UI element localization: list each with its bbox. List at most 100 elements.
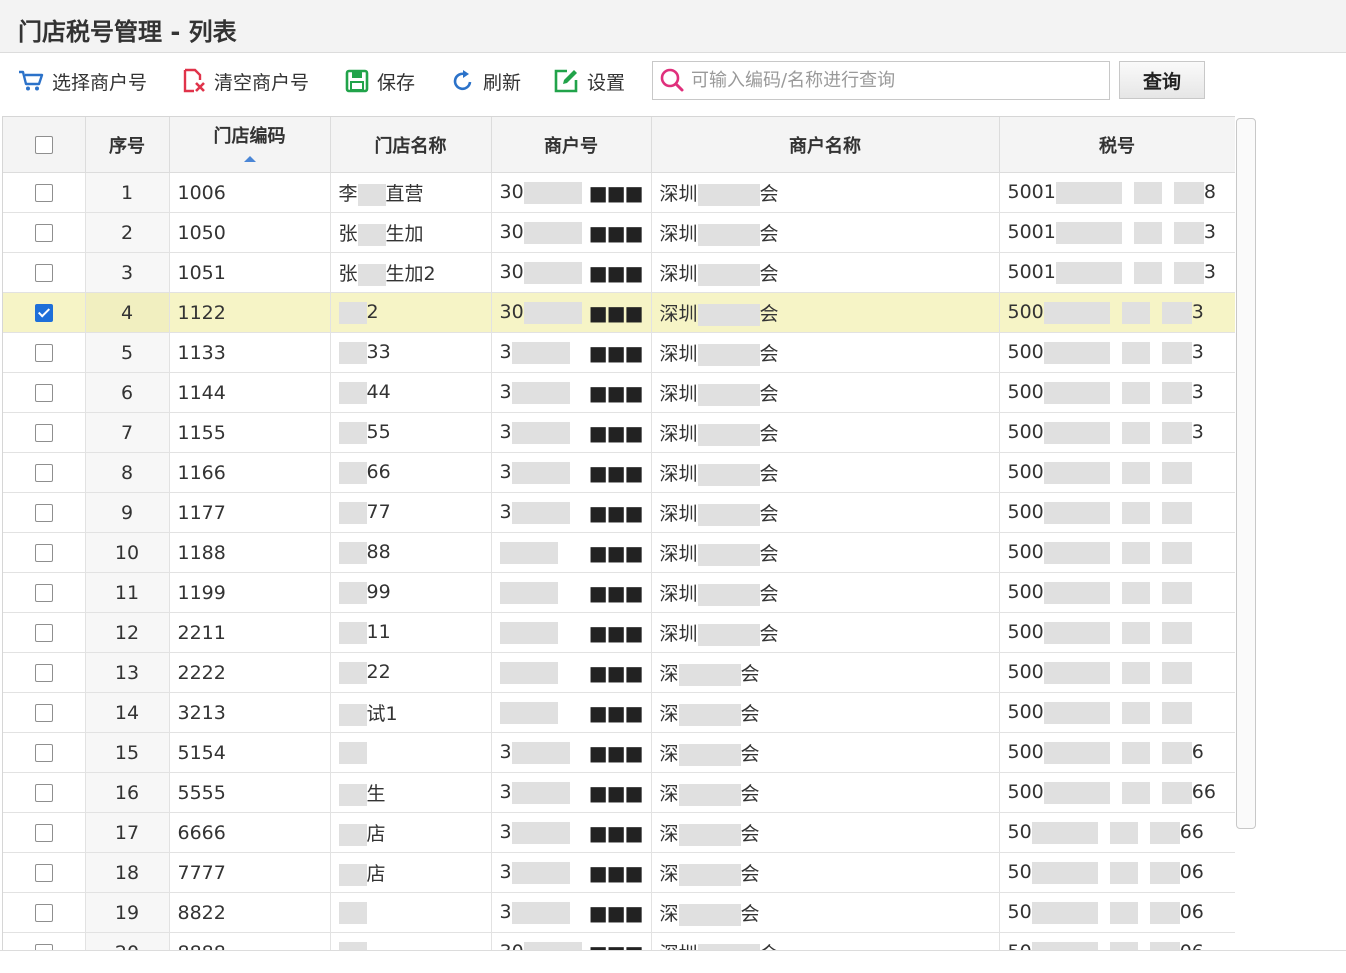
row-checkbox[interactable] <box>34 224 53 242</box>
merchant-no-cell[interactable]: 30 ■■■ <box>491 292 652 333</box>
table-row[interactable]: 7 1155 55 3 ■■■ 深圳 会 500 3 <box>3 412 1235 453</box>
store-name-cell[interactable]: 张 生加2 <box>330 252 492 293</box>
row-checkbox[interactable] <box>34 824 53 842</box>
merchant-no-cell[interactable]: 3 ■■■ <box>491 372 652 413</box>
tax-no-cell[interactable]: 500 <box>999 492 1235 533</box>
row-select-cell[interactable] <box>3 852 86 893</box>
table-row[interactable]: 10 1188 88 ■■■ 深圳 会 500 <box>3 532 1235 573</box>
merchant-no-cell[interactable]: 30 ■■■ <box>491 212 652 253</box>
store-name-cell[interactable]: 11 <box>330 612 492 653</box>
more-options-icon[interactable]: ■■■ <box>589 541 644 565</box>
table-row[interactable]: 12 2211 11 ■■■ 深圳 会 500 <box>3 612 1235 653</box>
store-code-cell[interactable]: 1006 <box>169 172 331 213</box>
tax-no-cell[interactable]: 500 <box>999 532 1235 573</box>
row-select-cell[interactable] <box>3 292 86 333</box>
store-name-cell[interactable]: 99 <box>330 572 492 613</box>
more-options-icon[interactable]: ■■■ <box>589 221 644 245</box>
store-code-cell[interactable]: 1155 <box>169 412 331 453</box>
row-checkbox[interactable] <box>34 544 53 562</box>
row-select-cell[interactable] <box>3 412 86 453</box>
store-code-cell[interactable]: 8888 <box>169 932 331 951</box>
tax-no-cell[interactable]: 500 <box>999 572 1235 613</box>
store-code-cell[interactable]: 5154 <box>169 732 331 773</box>
header-tax-no[interactable]: 税号 <box>999 117 1235 173</box>
store-name-cell[interactable]: 66 <box>330 452 492 493</box>
store-code-cell[interactable]: 1050 <box>169 212 331 253</box>
store-code-cell[interactable]: 8822 <box>169 892 331 933</box>
tax-no-cell[interactable]: 500 <box>999 652 1235 693</box>
search-input[interactable] <box>689 64 1103 97</box>
table-row[interactable]: 15 5154 3 ■■■ 深会 500 6 <box>3 732 1235 773</box>
row-checkbox[interactable] <box>34 344 53 362</box>
row-select-cell[interactable] <box>3 492 86 533</box>
store-code-cell[interactable]: 2222 <box>169 652 331 693</box>
store-name-cell[interactable]: 44 <box>330 372 492 413</box>
merchant-no-cell[interactable]: ■■■ <box>491 572 652 613</box>
table-row[interactable]: 16 5555 生 3 ■■■ 深会 500 66 <box>3 772 1235 813</box>
store-code-cell[interactable]: 3213 <box>169 692 331 733</box>
tax-no-cell[interactable]: 500 <box>999 692 1235 733</box>
row-select-cell[interactable] <box>3 532 86 573</box>
save-button[interactable]: 保存 <box>345 67 415 95</box>
row-checkbox[interactable] <box>34 424 53 442</box>
table-row[interactable]: 11 1199 99 ■■■ 深圳 会 500 <box>3 572 1235 613</box>
table-row[interactable]: 6 1144 44 3 ■■■ 深圳 会 500 3 <box>3 372 1235 413</box>
row-select-cell[interactable] <box>3 212 86 253</box>
row-checkbox[interactable] <box>34 664 53 682</box>
row-select-cell[interactable] <box>3 732 86 773</box>
clear-merchant-button[interactable]: 清空商户号 <box>182 67 309 95</box>
row-select-cell[interactable] <box>3 572 86 613</box>
table-row[interactable]: 1 1006 李 直营 30 ■■■ 深圳 会 5001 8 <box>3 172 1235 213</box>
more-options-icon[interactable]: ■■■ <box>589 861 644 885</box>
row-checkbox[interactable] <box>34 904 53 922</box>
tax-no-cell[interactable]: 50 66 <box>999 812 1235 853</box>
row-checkbox[interactable] <box>34 704 53 722</box>
table-row[interactable]: 9 1177 77 3 ■■■ 深圳 会 500 <box>3 492 1235 533</box>
store-name-cell[interactable] <box>330 932 492 951</box>
select-merchant-button[interactable]: 选择商户号 <box>18 67 147 95</box>
row-select-cell[interactable] <box>3 692 86 733</box>
row-checkbox[interactable] <box>34 784 53 802</box>
row-select-cell[interactable] <box>3 772 86 813</box>
header-merchant-name[interactable]: 商户名称 <box>651 117 1000 173</box>
tax-no-cell[interactable]: 5006 <box>999 892 1235 933</box>
store-name-cell[interactable]: 李 直营 <box>330 172 492 213</box>
store-name-cell[interactable]: 试1 <box>330 692 492 733</box>
row-checkbox[interactable] <box>34 184 53 202</box>
merchant-no-cell[interactable]: ■■■ <box>491 612 652 653</box>
table-row[interactable]: 2 1050 张 生加 30 ■■■ 深圳 会 5001 3 <box>3 212 1235 253</box>
store-name-cell[interactable]: 张 生加 <box>330 212 492 253</box>
store-code-cell[interactable]: 1166 <box>169 452 331 493</box>
merchant-no-cell[interactable]: 3 ■■■ <box>491 812 652 853</box>
tax-no-cell[interactable]: 500 3 <box>999 332 1235 373</box>
merchant-no-cell[interactable]: 30 ■■■ <box>491 252 652 293</box>
merchant-no-cell[interactable]: 3 ■■■ <box>491 772 652 813</box>
store-code-cell[interactable]: 5555 <box>169 772 331 813</box>
merchant-no-cell[interactable]: 30 ■■■ <box>491 172 652 213</box>
merchant-no-cell[interactable]: 3 ■■■ <box>491 492 652 533</box>
row-select-cell[interactable] <box>3 932 86 951</box>
tax-no-cell[interactable]: 500 <box>999 452 1235 493</box>
table-row[interactable]: 5 1133 33 3 ■■■ 深圳会 500 3 <box>3 332 1235 373</box>
row-select-cell[interactable] <box>3 452 86 493</box>
store-name-cell[interactable] <box>330 732 492 773</box>
merchant-no-cell[interactable]: ■■■ <box>491 532 652 573</box>
store-code-cell[interactable]: 2211 <box>169 612 331 653</box>
store-code-cell[interactable]: 1177 <box>169 492 331 533</box>
table-row[interactable]: 13 2222 22 ■■■ 深会 500 <box>3 652 1235 693</box>
row-checkbox[interactable] <box>34 744 53 762</box>
more-options-icon[interactable]: ■■■ <box>589 421 644 445</box>
store-name-cell[interactable]: 店 <box>330 812 492 853</box>
store-code-cell[interactable]: 7777 <box>169 852 331 893</box>
more-options-icon[interactable]: ■■■ <box>589 461 644 485</box>
store-code-cell[interactable]: 1133 <box>169 332 331 373</box>
store-name-cell[interactable]: 33 <box>330 332 492 373</box>
store-code-cell[interactable]: 1144 <box>169 372 331 413</box>
more-options-icon[interactable]: ■■■ <box>589 821 644 845</box>
more-options-icon[interactable]: ■■■ <box>589 701 644 725</box>
tax-no-cell[interactable]: 5006 <box>999 732 1235 773</box>
table-row[interactable]: 14 3213 试1 ■■■ 深会 500 <box>3 692 1235 733</box>
tax-no-cell[interactable]: 500 3 <box>999 372 1235 413</box>
select-all-checkbox[interactable] <box>34 136 53 154</box>
more-options-icon[interactable]: ■■■ <box>589 301 644 325</box>
